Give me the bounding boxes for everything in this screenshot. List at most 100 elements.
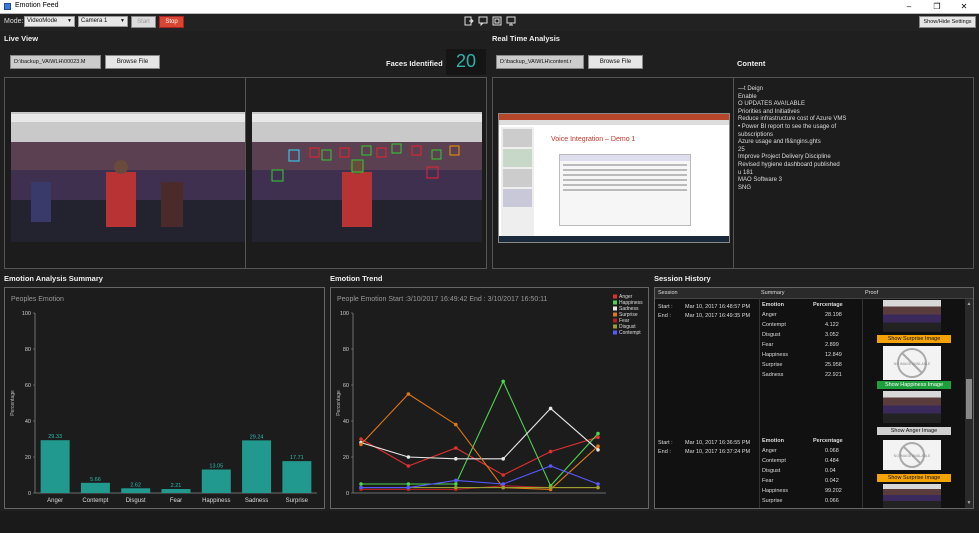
emotion-pct: 0.068 [825,448,839,454]
content-file-path-field[interactable]: D:\backup_VA\WLH\content.r [496,55,584,69]
emotion-name: Anger [762,448,777,454]
y-tick-label: 80 [25,347,31,353]
live-view-controls: D:\backup_VA\WLH\00023.M Browse File Fac… [4,47,486,77]
content-line: Improve Project Delivery Discipline [738,154,831,161]
emotion-name: Disgust [762,332,781,338]
category-label: Contempt [82,498,108,504]
bar [201,469,231,493]
scroll-up-icon[interactable]: ▲ [966,301,972,307]
bar-value-label: 29.33 [48,434,62,440]
data-point [406,455,411,459]
data-point [454,457,458,461]
screen-icon[interactable] [506,16,516,26]
emotion-pct: 22.921 [825,372,842,378]
session-entry[interactable]: Start : Mar 10, 2017 16:36:55 PM End : M… [655,438,875,508]
slide-preview-panel: Voice Integration – Demo 1 [492,77,734,269]
minimize-button[interactable]: – [897,1,921,12]
show-anger-image-button[interactable]: Show Anger Image [877,427,951,435]
emotion-name: Anger [762,312,777,318]
data-point [596,448,600,452]
y-tick-label: 20 [343,455,349,461]
live-view-title: Live View [4,34,39,43]
trend-chart-panel: People Emotion Start :3/10/2017 16:49:42… [330,287,649,509]
bar [242,440,272,493]
content-line: MAO Software 3 [738,177,783,184]
history-scrollbar[interactable]: ▲ ▼ [965,299,973,508]
bar-value-label: 5.66 [90,477,101,483]
slide-thumbnails [501,127,534,237]
show-surprise-image-button[interactable]: Show Surprise Image [877,474,951,482]
emotion-name: Disgust [762,468,781,474]
faces-identified-label: Faces Identified [386,59,443,68]
proof-thumbnail [883,300,941,332]
start-button[interactable]: Start [131,16,156,28]
emotion-pct: 4.122 [825,322,839,328]
show-surprise-image-button[interactable]: Show Surprise Image [877,335,951,343]
y-tick-label: 60 [25,383,31,389]
legend-swatch [613,306,617,311]
bar-value-label: 17.71 [290,455,304,461]
live-file-path-field[interactable]: D:\backup_VA\WLH\00023.M [10,55,101,69]
emotion-name: Surprise [762,362,783,368]
content-line: 25 [738,146,745,153]
session-header-row: Session Summary Proof [655,288,973,299]
mode-select[interactable]: VideoMode ▼ [24,16,75,27]
legend-swatch [613,330,617,335]
frame-icon[interactable] [492,16,502,26]
data-point [454,422,458,427]
data-point [596,435,600,439]
mode-select-value: VideoMode [27,18,58,24]
emotion-header: Emotion [762,438,784,444]
data-point [501,457,505,461]
data-point [548,406,553,411]
emotion-bar-chart: Peoples Emotion Percentage 020406080100 … [10,296,317,504]
chevron-down-icon: ▼ [120,18,125,24]
emotion-name: Fear [762,478,774,484]
restore-button[interactable]: ❐ [925,1,949,12]
camera-select[interactable]: Camera 1 ▼ [78,16,128,27]
session-history-title: Session History [654,274,711,283]
no-image-icon: NO IMAGE AVAILABLE [894,442,931,468]
line-chart-ylabel: Percentage [336,390,342,416]
content-line: SNG [738,184,752,191]
proof-button-label: Show Surprise Image [887,475,941,481]
svg-text:NO IMAGE AVAILABLE: NO IMAGE AVAILABLE [894,362,931,366]
chat-icon[interactable] [478,16,488,27]
live-video-frame [11,112,269,242]
content-browse-file-button[interactable]: Browse File [588,55,643,69]
data-point [548,485,553,490]
data-point [548,449,553,454]
proof-thumbnail [883,484,941,508]
scrollbar-thumb[interactable] [966,379,972,419]
slide-taskbar [499,236,729,242]
bar [121,488,151,493]
bar-chart-title: Peoples Emotion [11,296,64,303]
stop-button[interactable]: Stop [159,16,184,28]
chevron-down-icon: ▼ [67,18,72,24]
y-tick-label: 20 [25,455,31,461]
data-point [406,392,411,396]
close-button[interactable]: ✕ [952,1,976,12]
data-point [501,473,505,477]
bar [40,440,70,493]
y-tick-label: 40 [25,419,31,425]
content-label: Content [737,59,766,68]
bar-value-label: 2.62 [130,482,141,488]
content-text-panel: —t Deign Enable O UPDATES AVA!LABLE Prio… [733,77,974,269]
content-line: Priorities and Initiatives [738,108,800,115]
content-line: Revised hygiene dashboard published [738,161,840,168]
start-time: Mar 10, 2017 16:48:57 PM [685,304,751,310]
camera-select-value: Camera 1 [81,18,108,24]
bottom-strip [0,511,979,533]
live-browse-file-button[interactable]: Browse File [105,55,160,69]
scroll-down-icon[interactable]: ▼ [966,500,972,506]
export-icon[interactable] [464,16,474,26]
show-hide-settings-button[interactable]: Show/Hide Settings [919,16,976,28]
category-label: Anger [47,498,63,504]
content-line: Enable [738,93,757,100]
emotion-pct: 3.052 [825,332,839,338]
show-happiness-image-button[interactable]: Show Happiness Image [877,381,951,389]
legend-swatch [613,294,617,299]
annotated-video-frame [252,112,482,242]
emotion-pct: 0.04 [825,468,836,474]
